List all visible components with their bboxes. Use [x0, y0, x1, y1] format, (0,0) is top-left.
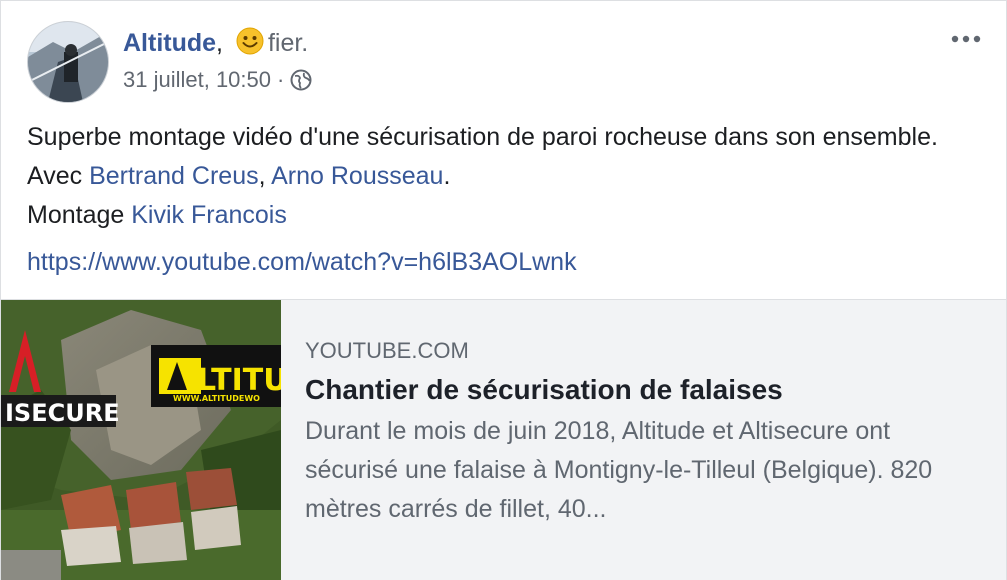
thumbnail-logo-left-text: ISECURE	[5, 399, 120, 427]
mention-arno-rousseau[interactable]: Arno Rousseau	[271, 162, 443, 190]
sentence-end: .	[443, 162, 451, 190]
link-title[interactable]: Chantier de sécurisation de falaises	[305, 370, 975, 410]
author-line: Altitude, fier.	[123, 27, 308, 63]
link-domain: YOUTUBE.COM	[305, 338, 469, 363]
montage-prefix: Montage	[27, 201, 132, 229]
feed-post: Altitude, fier. 31 juillet, 10:50 · Supe…	[0, 0, 1007, 580]
mention-separator: ,	[258, 162, 272, 190]
feeling-text: fier.	[267, 29, 309, 57]
more-options-button[interactable]	[946, 31, 986, 51]
video-thumbnail[interactable]: ISECURE LTITU WWW.ALTITUDEWO	[1, 300, 281, 580]
more-horizontal-icon	[951, 35, 981, 43]
youtube-url-link[interactable]: https://www.youtube.com/watch?v=h6lB3AOL…	[27, 243, 577, 282]
post-meta: 31 juillet, 10:50 ·	[123, 65, 312, 99]
avatar-photo	[28, 22, 108, 102]
mention-kivik-francois[interactable]: Kivik Francois	[131, 201, 287, 229]
meta-separator: ·	[277, 67, 285, 92]
author-comma: ,	[216, 29, 223, 57]
mention-bertrand-creus[interactable]: Bertrand Creus	[89, 162, 259, 190]
link-description: Durant le mois de juin 2018, Altitude et…	[305, 417, 933, 523]
link-preview-card[interactable]: ISECURE LTITU WWW.ALTITUDEWO YOUTUBE.COM…	[1, 299, 1006, 580]
post-text: Superbe montage vidéo d'une sécurisation…	[27, 118, 982, 235]
author-avatar[interactable]	[27, 21, 109, 103]
thumbnail-logo-url: WWW.ALTITUDEWO	[173, 394, 260, 403]
link-preview-body: YOUTUBE.COM Chantier de sécurisation de …	[305, 336, 975, 529]
author-name[interactable]: Altitude	[123, 29, 216, 57]
thumbnail-logo-right-text: LTITU	[197, 363, 281, 398]
post-timestamp[interactable]: 31 juillet, 10:50	[123, 67, 271, 92]
thumbnail-image: ISECURE LTITU WWW.ALTITUDEWO	[1, 300, 281, 580]
globe-icon[interactable]	[290, 69, 312, 99]
smiley-emoji-icon	[236, 27, 264, 63]
